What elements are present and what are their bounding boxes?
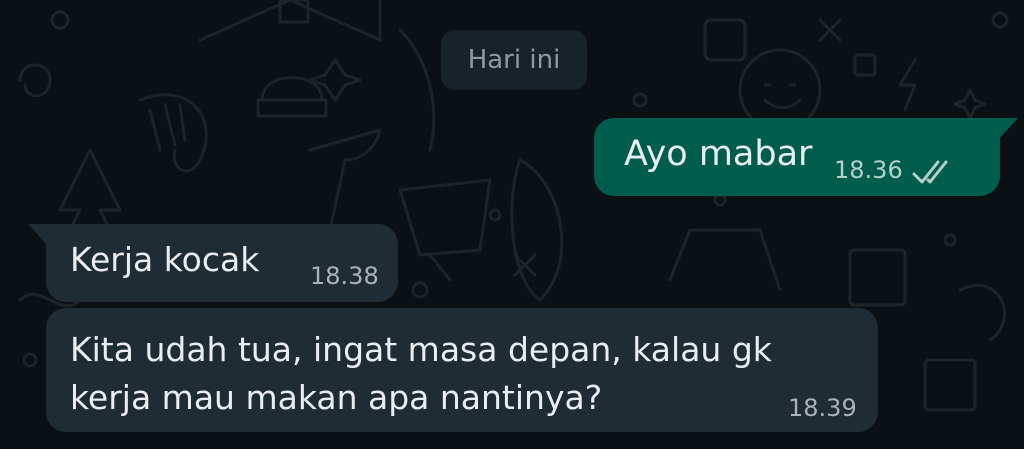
message-timestamp: 18.39: [788, 394, 857, 422]
incoming-message-bubble[interactable]: Kerja kocak 18.38: [28, 224, 398, 302]
message-text: Kita udah tua, ingat masa depan, kalau g…: [70, 330, 772, 417]
incoming-message-bubble[interactable]: Kita udah tua, ingat masa depan, kalau g…: [46, 308, 878, 432]
date-separator: Hari ini: [441, 30, 587, 90]
message-timestamp: 18.36: [834, 156, 903, 184]
message-timestamp: 18.38: [310, 262, 379, 290]
message-text: Ayo mabar: [624, 134, 813, 174]
date-separator-label: Hari ini: [467, 45, 561, 75]
bubble-tail: [28, 224, 48, 246]
bubble-tail: [998, 118, 1018, 140]
message-text: Kerja kocak: [70, 240, 260, 279]
outgoing-message-bubble[interactable]: Ayo mabar 18.36: [594, 118, 1018, 196]
double-check-icon: [912, 160, 948, 184]
